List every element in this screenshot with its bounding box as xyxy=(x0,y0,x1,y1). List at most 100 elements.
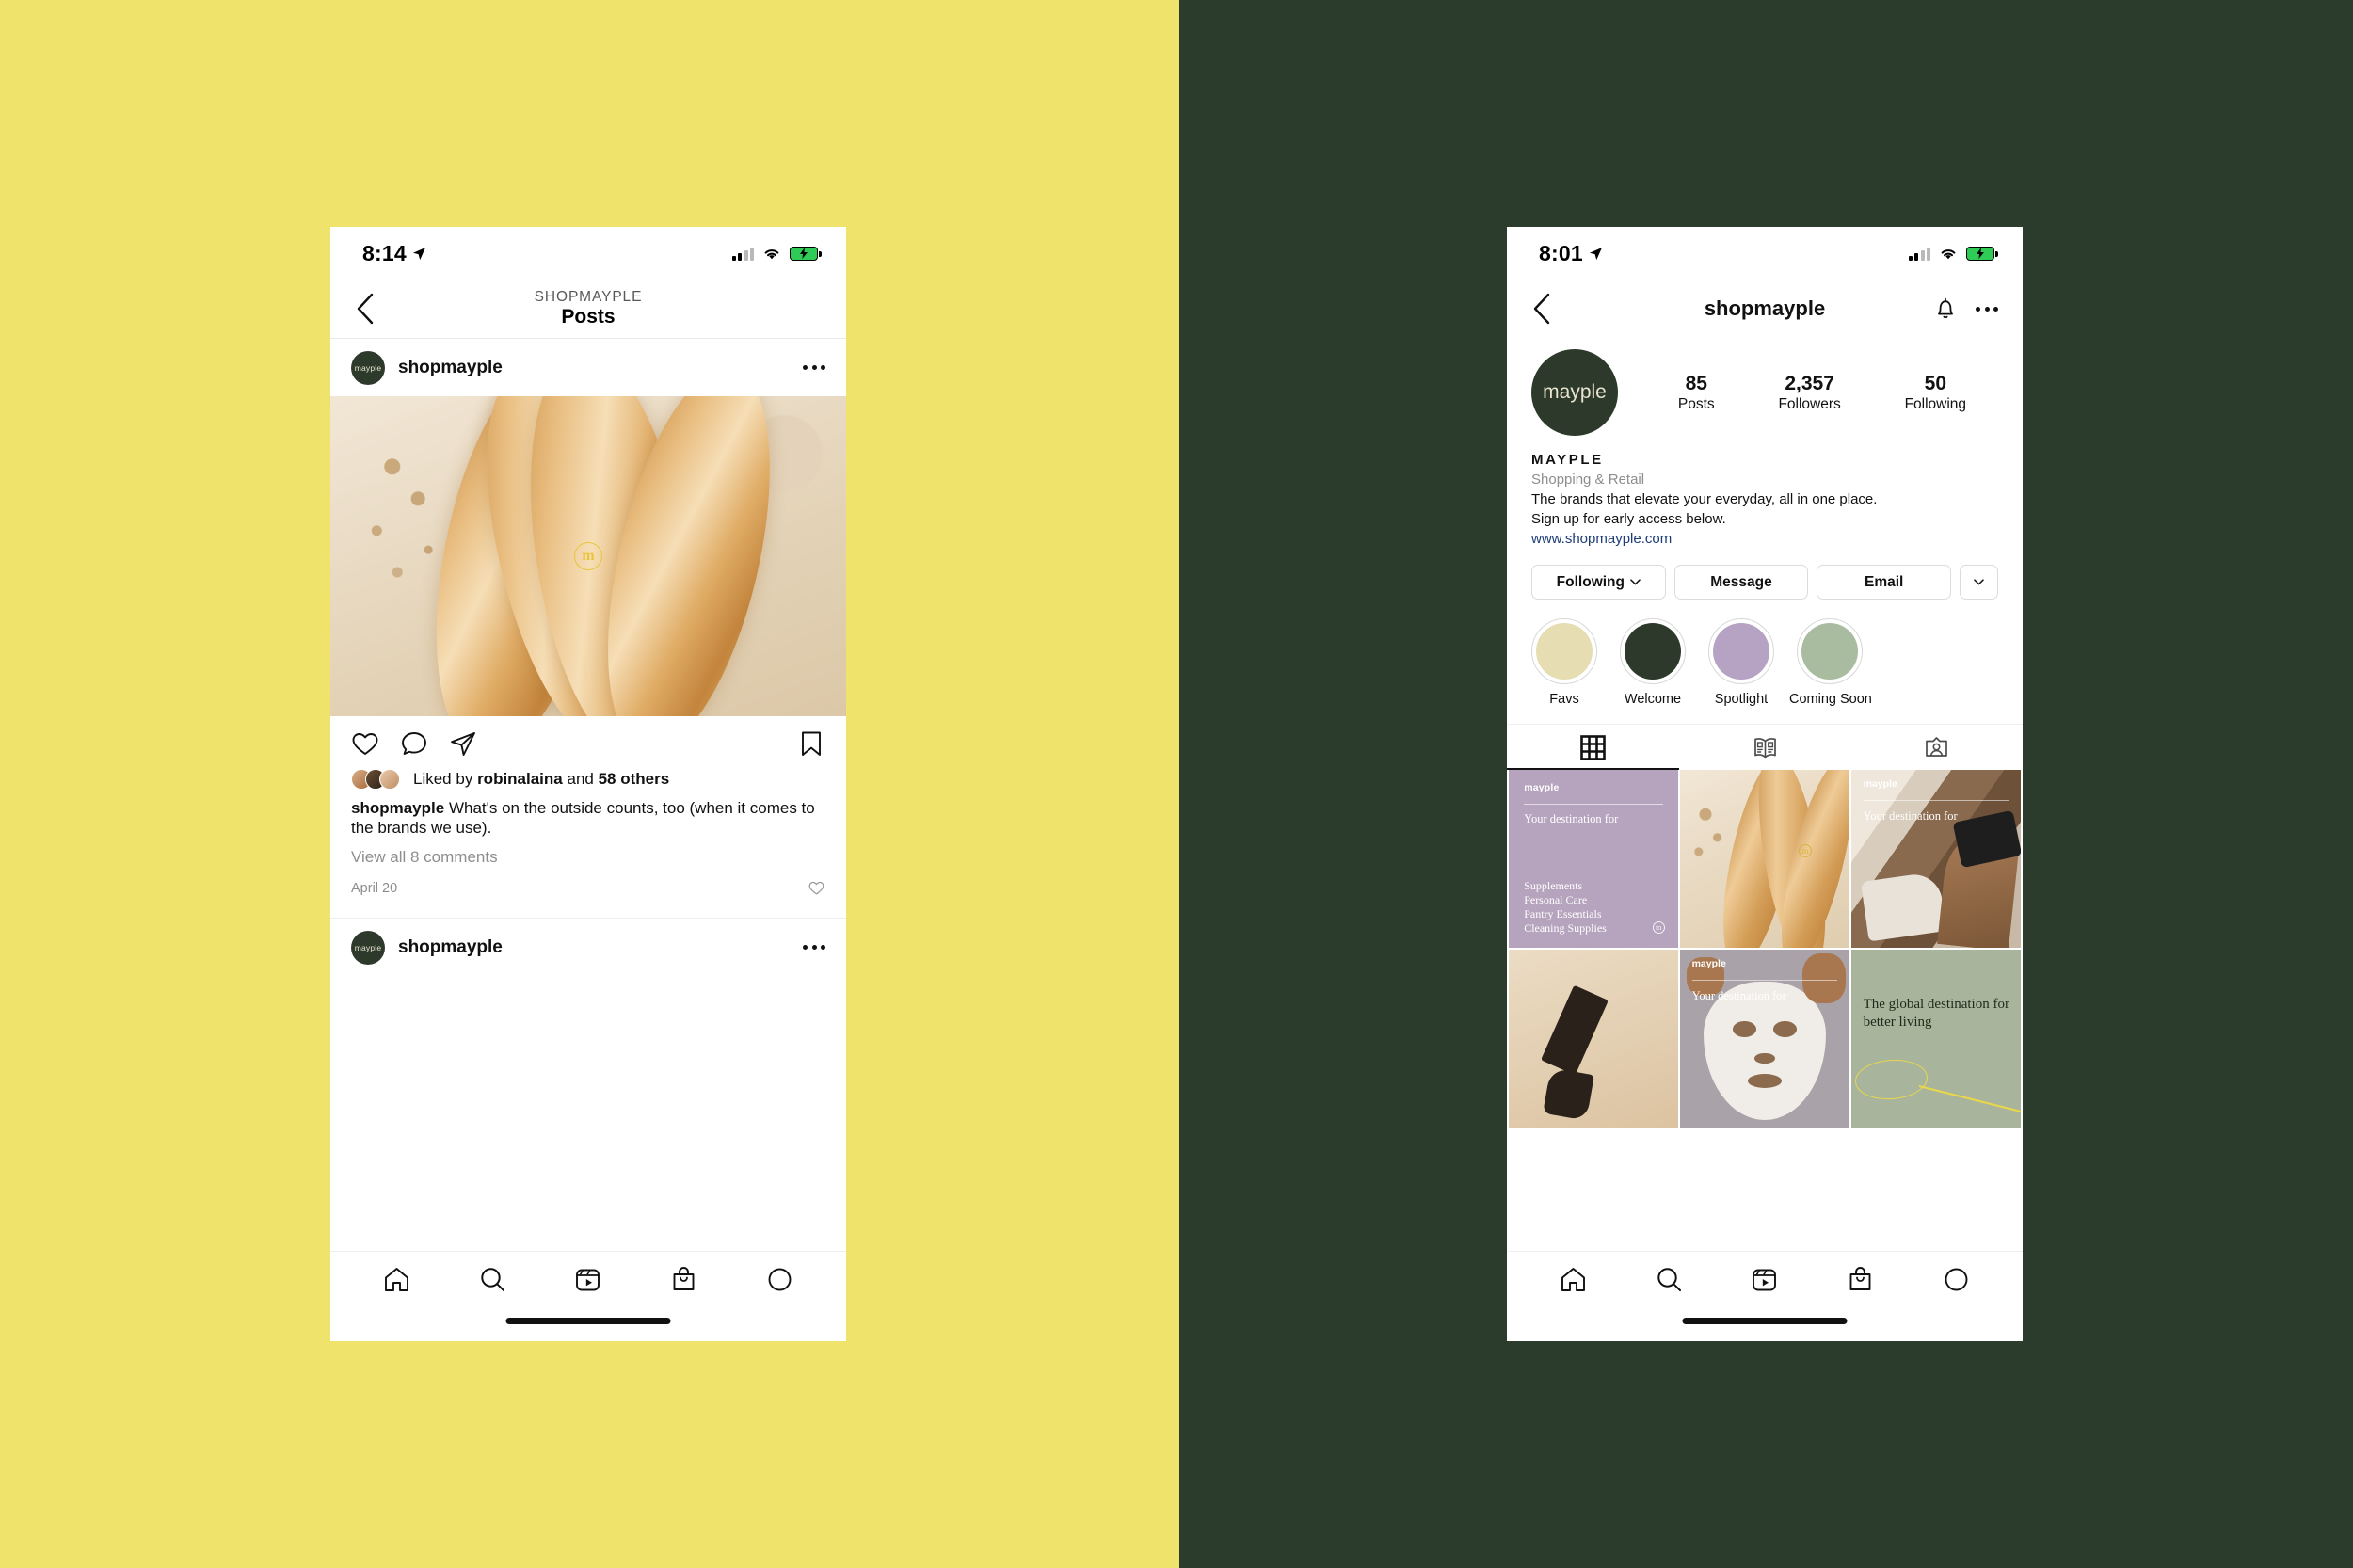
profile-post-grid: mayple Your destination for Supplements … xyxy=(1507,770,2023,1128)
message-button-label: Message xyxy=(1710,573,1772,590)
more-icon[interactable] xyxy=(803,365,825,370)
highlight-label: Favs xyxy=(1549,692,1579,707)
post-action-row xyxy=(330,716,846,763)
comment-like-heart-icon[interactable] xyxy=(808,879,825,897)
caption-username[interactable]: shopmayple xyxy=(351,799,444,817)
avatar[interactable]: mayple xyxy=(351,930,385,965)
grid-icon xyxy=(1580,734,1606,760)
grid-cell-mask-photo[interactable]: mayple Your destination for xyxy=(1680,950,1849,1128)
yellow-circle-annotation xyxy=(1853,1057,1929,1102)
view-comments-link[interactable]: View all 8 comments xyxy=(351,848,825,867)
highlight-spotlight[interactable]: Spotlight xyxy=(1708,618,1774,707)
highlight-ring xyxy=(1797,618,1863,684)
grid-cell-shadow-photo[interactable] xyxy=(1509,950,1678,1128)
highlight-cover xyxy=(1713,623,1769,680)
more-icon[interactable] xyxy=(1976,306,1998,312)
post-date-row: April 20 xyxy=(351,879,825,897)
following-button[interactable]: Following xyxy=(1531,565,1666,600)
highlight-ring xyxy=(1708,618,1774,684)
highlight-favs[interactable]: Favs xyxy=(1531,618,1597,707)
liker-username[interactable]: robinalaina xyxy=(477,770,563,788)
post-username[interactable]: shopmayple xyxy=(398,937,503,958)
photo-shape-sneaker xyxy=(1861,871,1947,943)
profile-icon[interactable] xyxy=(765,1265,794,1294)
profile-stats: 85 Posts 2,357 Followers 50 Following xyxy=(1646,372,1998,413)
cell-category-list: Supplements Personal Care Pantry Essenti… xyxy=(1524,878,1607,935)
back-chevron-icon[interactable] xyxy=(1531,293,1552,325)
share-icon[interactable] xyxy=(449,729,477,758)
grid-cell-braid-photo[interactable]: m xyxy=(1680,770,1849,948)
status-indicators xyxy=(1908,246,1998,261)
bio-display-name: MAYPLE xyxy=(1531,452,1604,468)
grid-cell-supplements-card[interactable]: mayple Your destination for Supplements … xyxy=(1509,770,1678,948)
highlight-welcome[interactable]: Welcome xyxy=(1620,618,1686,707)
tab-guides[interactable] xyxy=(1679,725,1851,770)
tab-grid[interactable] xyxy=(1507,725,1679,770)
cell-divider xyxy=(1863,800,2009,802)
comment-icon[interactable] xyxy=(400,729,428,758)
search-icon[interactable] xyxy=(1655,1265,1684,1294)
stat-following[interactable]: 50 Following xyxy=(1905,372,1966,413)
stat-followers-value: 2,357 xyxy=(1785,373,1834,394)
home-indicator xyxy=(1682,1318,1848,1324)
wifi-icon xyxy=(764,248,779,259)
highlight-cover xyxy=(1536,623,1593,680)
likes-text: Liked by robinalaina and 58 others xyxy=(413,770,669,789)
search-icon[interactable] xyxy=(478,1265,507,1294)
post-image[interactable]: m xyxy=(330,396,846,716)
post-header-row[interactable]: mayple shopmayple xyxy=(330,338,846,396)
cell-quote-text: The global destination for better living xyxy=(1863,997,2009,1031)
likes-others[interactable]: 58 others xyxy=(599,770,670,788)
tab-tagged[interactable] xyxy=(1850,725,2023,770)
bell-icon[interactable] xyxy=(1934,296,1957,321)
home-icon[interactable] xyxy=(382,1265,411,1294)
following-button-label: Following xyxy=(1556,573,1625,590)
page-title: Posts xyxy=(561,306,616,328)
status-bar-post: 8:14 xyxy=(330,227,846,280)
email-button[interactable]: Email xyxy=(1817,565,1952,600)
likes-row[interactable]: Liked by robinalaina and 58 others xyxy=(351,769,825,790)
chevron-down-icon xyxy=(1630,579,1641,585)
heart-icon[interactable] xyxy=(351,729,379,758)
nav-eyebrow: SHOPMAYPLE xyxy=(534,289,643,305)
reels-icon[interactable] xyxy=(573,1265,602,1294)
highlight-coming-soon[interactable]: Coming Soon xyxy=(1789,618,1872,707)
more-options-button[interactable] xyxy=(1960,565,1999,600)
post-username[interactable]: shopmayple xyxy=(398,358,503,378)
cellular-signal-icon xyxy=(731,247,754,261)
avatar[interactable]: mayple xyxy=(351,350,385,385)
back-chevron-icon[interactable] xyxy=(355,293,376,325)
message-button[interactable]: Message xyxy=(1673,565,1809,600)
battery-charging-icon xyxy=(1966,246,1998,261)
highlight-label: Welcome xyxy=(1624,692,1682,707)
post-date: April 20 xyxy=(351,880,398,896)
email-button-label: Email xyxy=(1865,573,1904,590)
next-post-header-row[interactable]: mayple shopmayple xyxy=(330,918,846,976)
more-icon[interactable] xyxy=(803,945,825,950)
stat-following-value: 50 xyxy=(1924,373,1946,394)
mayple-watermark-icon: m xyxy=(1652,920,1665,934)
highlight-ring xyxy=(1531,618,1597,684)
photo-shape-shadow-hand xyxy=(1542,1066,1594,1121)
bio-website-link[interactable]: www.shopmayple.com xyxy=(1531,529,1998,549)
profile-avatar[interactable]: mayple xyxy=(1531,349,1618,436)
phone-post-screen: 8:14 SHOPMAYPLE Posts mayple shopmayple … xyxy=(330,227,846,1341)
profile-icon[interactable] xyxy=(1942,1265,1971,1294)
shop-icon[interactable] xyxy=(1846,1265,1875,1294)
post-navbar: SHOPMAYPLE Posts xyxy=(330,280,846,338)
phone-profile-screen: 8:01 shopmayple mayple 85 Posts 2,357 Fo… xyxy=(1507,227,2023,1341)
tagged-icon xyxy=(1926,736,1948,757)
grid-cell-legs-photo[interactable]: mayple Your destination for xyxy=(1851,770,2021,948)
caption-text: shopmayple What's on the outside counts,… xyxy=(351,798,825,838)
shop-icon[interactable] xyxy=(669,1265,698,1294)
home-icon[interactable] xyxy=(1559,1265,1588,1294)
bookmark-icon[interactable] xyxy=(797,729,825,758)
cell-subtitle: Your destination for xyxy=(1863,808,1958,823)
grid-cell-quote-card[interactable]: The global destination for better living xyxy=(1851,950,2021,1128)
stat-followers[interactable]: 2,357 Followers xyxy=(1778,372,1840,413)
yellow-line-annotation xyxy=(1918,1084,2021,1112)
bio-line-1: The brands that elevate your everyday, a… xyxy=(1531,491,1878,507)
reels-icon[interactable] xyxy=(1750,1265,1779,1294)
likes-middle: and xyxy=(567,770,594,788)
stat-posts[interactable]: 85 Posts xyxy=(1678,372,1715,413)
